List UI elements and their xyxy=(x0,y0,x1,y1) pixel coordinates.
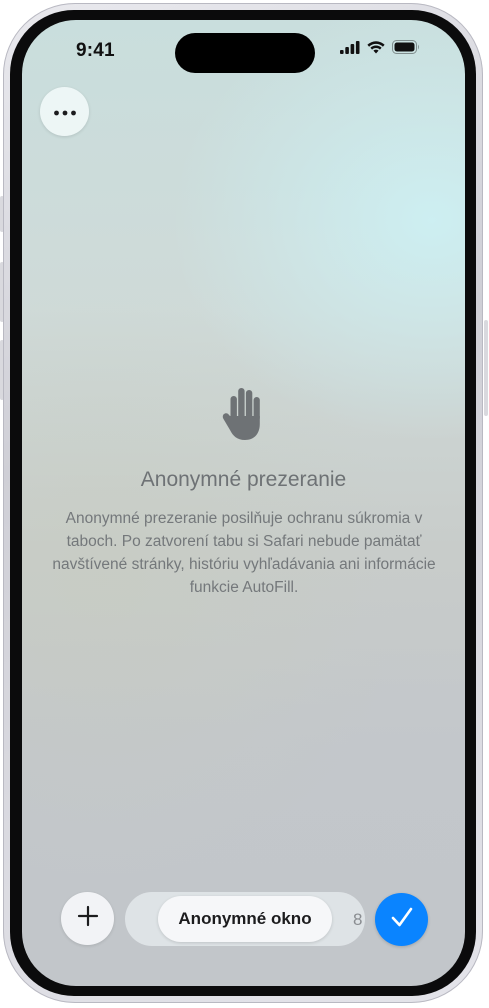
checkmark-icon xyxy=(390,906,414,933)
battery-icon xyxy=(392,40,420,59)
plus-icon xyxy=(77,905,99,932)
tab-group-private[interactable]: Anonymné okno xyxy=(158,896,332,942)
hand-icon xyxy=(222,386,268,442)
phone-mockup: 9:41 Anonymné prezeranie Anonymné prezer… xyxy=(0,0,489,1008)
done-button[interactable] xyxy=(375,893,428,946)
screen: 9:41 Anonymné prezeranie Anonymné prezer… xyxy=(22,20,465,986)
dynamic-island xyxy=(175,33,315,73)
private-browsing-title: Anonymné prezeranie xyxy=(140,468,347,491)
side-button xyxy=(484,320,488,416)
wifi-icon xyxy=(367,40,385,59)
tab-group-other[interactable]: 8 xyxy=(353,910,362,930)
status-time: 9:41 xyxy=(76,40,115,61)
status-icons xyxy=(340,40,420,59)
signal-icon xyxy=(340,41,360,59)
ellipsis-icon xyxy=(53,103,77,121)
more-options-button[interactable] xyxy=(40,87,89,136)
private-browsing-description: Anonymné prezeranie posilňuje ochranu sú… xyxy=(52,510,436,596)
new-tab-button[interactable] xyxy=(61,892,114,945)
